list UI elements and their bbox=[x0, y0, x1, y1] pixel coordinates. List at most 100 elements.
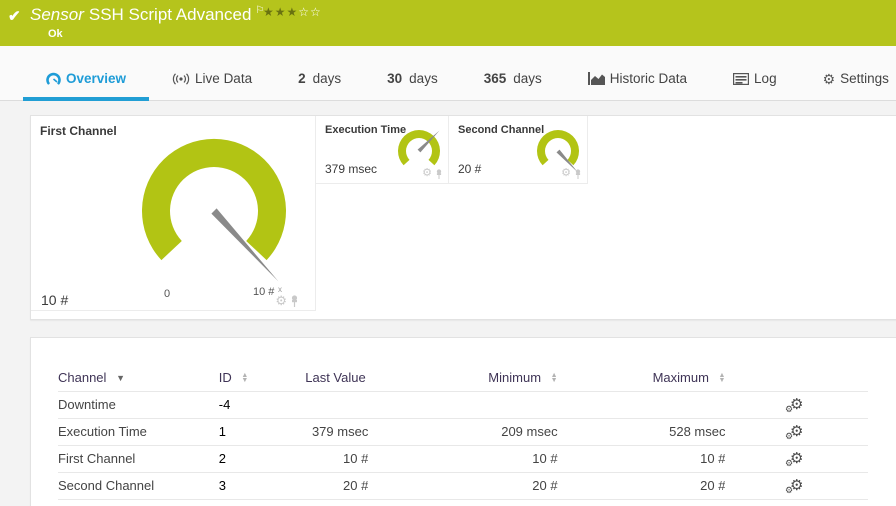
priority-stars-filled: ★★★ bbox=[263, 5, 299, 19]
tab-30-days[interactable]: 30 days bbox=[364, 71, 461, 101]
tab-label: Settings bbox=[840, 71, 889, 86]
column-header-label: Last Value bbox=[305, 369, 366, 385]
sort-desc-icon: ▼ bbox=[116, 373, 125, 384]
live-data-icon bbox=[172, 72, 190, 85]
sort-icon: ▲ ▼ bbox=[718, 372, 726, 385]
tab-label: days bbox=[312, 71, 342, 86]
pin-icon[interactable] bbox=[435, 168, 443, 179]
channel-last-value: 10 # bbox=[305, 445, 369, 473]
channel-last-value: 379 msec bbox=[305, 418, 369, 446]
channel-id: 1 bbox=[218, 418, 306, 446]
channel-id: 3 bbox=[218, 472, 306, 500]
first-channel-gauge: x bbox=[142, 138, 286, 294]
gauge-value: 379 msec bbox=[325, 162, 378, 176]
column-header-minimum[interactable]: Minimum ▲ ▼ bbox=[368, 364, 558, 392]
channel-maximum: 10 # bbox=[557, 445, 726, 473]
channel-name: First Channel bbox=[58, 445, 219, 473]
tab-log[interactable]: Log bbox=[710, 71, 800, 101]
channel-settings-gears-icon[interactable]: ⚙ ⚙ bbox=[785, 478, 803, 495]
table-row-downtime[interactable]: Downtime -4 ⚙ ⚙ bbox=[58, 391, 868, 419]
column-header-id[interactable]: ID ▲ ▼ bbox=[218, 364, 306, 392]
channel-minimum: 209 msec bbox=[368, 418, 558, 446]
sensor-title-prefix: Sensor bbox=[30, 5, 84, 24]
column-header-label: Maximum bbox=[652, 369, 709, 385]
gauge-title: First Channel bbox=[40, 124, 117, 138]
gauge-actions: ⚙ bbox=[275, 294, 299, 307]
gauge-value: 20 # bbox=[458, 162, 482, 176]
tab-label: Overview bbox=[66, 71, 127, 86]
tab-historic-data[interactable]: Historic Data bbox=[565, 71, 710, 101]
historic-chart-icon bbox=[587, 72, 605, 85]
tab-number: 30 bbox=[387, 71, 403, 86]
column-header-label: ID bbox=[218, 369, 232, 385]
tab-label: days bbox=[513, 71, 542, 86]
sort-icon: ▲ ▼ bbox=[241, 372, 249, 385]
tab-settings[interactable]: ⚙ Settings bbox=[800, 71, 896, 101]
channel-minimum bbox=[368, 391, 558, 419]
priority-stars-empty: ☆☆ bbox=[298, 5, 322, 19]
channel-maximum: 528 msec bbox=[557, 418, 726, 446]
gauge-scale-min: 0 bbox=[164, 288, 171, 300]
channel-maximum: 20 # bbox=[557, 472, 726, 500]
table-row-execution-time[interactable]: Execution Time 1 379 msec 209 msec 528 m… bbox=[58, 418, 868, 446]
ok-check-icon: ✔ bbox=[8, 8, 21, 25]
pin-icon[interactable] bbox=[574, 168, 582, 179]
gauge-cell-execution-time[interactable]: Execution Time 379 msec ⚙ bbox=[316, 116, 449, 184]
channel-settings-gears-icon[interactable]: ⚙ ⚙ bbox=[785, 424, 803, 441]
gear-icon[interactable]: ⚙ bbox=[561, 168, 571, 179]
log-icon bbox=[733, 72, 750, 85]
tab-label: Historic Data bbox=[609, 71, 688, 86]
tab-number: 365 bbox=[483, 71, 507, 86]
gauge-scale-max: 10 # bbox=[253, 286, 275, 298]
gauges-panel: First Channel x 0 10 # 10 # ⚙ Execution … bbox=[30, 115, 896, 320]
tab-label: Live Data bbox=[195, 71, 253, 86]
tab-2-days[interactable]: 2 days bbox=[275, 71, 364, 101]
sensor-title: Sensor SSH Script Advanced ⚐ bbox=[30, 5, 264, 25]
gear-icon: ⚙ bbox=[822, 70, 836, 87]
channel-name: Downtime bbox=[58, 391, 219, 419]
channel-id: 2 bbox=[218, 445, 306, 473]
channel-name: Execution Time bbox=[58, 418, 219, 446]
channel-minimum: 10 # bbox=[368, 445, 558, 473]
column-header-actions bbox=[725, 364, 868, 392]
tab-bar: Overview Live Data 2 days 30 days 365 da… bbox=[0, 46, 896, 101]
channels-table: Channel ▼ ID ▲▼ Last Value ▲▼ Minimum ▲▼ bbox=[58, 364, 868, 500]
sensor-header: ✔ Sensor SSH Script Advanced ⚐ ★★★☆☆ Ok bbox=[0, 0, 896, 46]
tab-label: Log bbox=[754, 71, 777, 86]
channel-id: -4 bbox=[218, 391, 306, 419]
gauge-title: Second Channel bbox=[458, 124, 545, 136]
sort-icon: ▲ ▼ bbox=[550, 372, 558, 385]
column-header-channel[interactable]: Channel ▼ bbox=[58, 364, 219, 392]
gauge-title: Execution Time bbox=[325, 124, 407, 136]
channel-last-value bbox=[305, 391, 369, 419]
channel-settings-gears-icon[interactable]: ⚙ ⚙ bbox=[785, 451, 803, 468]
channel-name: Second Channel bbox=[58, 472, 219, 500]
tab-365-days[interactable]: 365 days bbox=[461, 71, 565, 101]
channel-maximum bbox=[557, 391, 726, 419]
gear-icon[interactable]: ⚙ bbox=[422, 168, 432, 179]
gauge-actions: ⚙ bbox=[422, 168, 443, 179]
table-header-row: Channel ▼ ID ▲▼ Last Value ▲▼ Minimum ▲▼ bbox=[58, 364, 868, 392]
sensor-title-name: SSH Script Advanced bbox=[88, 5, 252, 24]
priority-stars[interactable]: ★★★☆☆ bbox=[263, 5, 322, 19]
table-row-first-channel[interactable]: First Channel 2 10 # 10 # 10 # ⚙ ⚙ bbox=[58, 445, 868, 473]
column-header-label: Minimum bbox=[488, 369, 542, 385]
column-header-last-value[interactable]: Last Value ▲▼ bbox=[305, 364, 369, 392]
column-header-maximum[interactable]: Maximum ▲ ▼ bbox=[557, 364, 726, 392]
gear-icon[interactable]: ⚙ bbox=[275, 294, 287, 307]
gauge-icon bbox=[46, 72, 61, 84]
column-header-label: Channel bbox=[58, 369, 107, 385]
tab-live-data[interactable]: Live Data bbox=[149, 71, 275, 101]
channel-settings-gears-icon[interactable]: ⚙ ⚙ bbox=[785, 397, 803, 414]
table-row-second-channel[interactable]: Second Channel 3 20 # 20 # 20 # ⚙ ⚙ bbox=[58, 472, 868, 500]
channels-table-panel: Channel ▼ ID ▲▼ Last Value ▲▼ Minimum ▲▼ bbox=[30, 337, 896, 506]
tab-overview[interactable]: Overview bbox=[23, 71, 150, 101]
gauge-cell-first-channel[interactable]: First Channel x 0 10 # 10 # ⚙ bbox=[31, 116, 316, 311]
tab-label: days bbox=[409, 71, 438, 86]
overview-content: First Channel x 0 10 # 10 # ⚙ Execution … bbox=[0, 115, 896, 506]
sensor-status: Ok bbox=[48, 28, 63, 40]
gauge-cell-second-channel[interactable]: Second Channel 20 # ⚙ bbox=[449, 116, 588, 184]
pin-icon[interactable] bbox=[290, 294, 299, 307]
gauge-value: 10 # bbox=[41, 292, 69, 308]
gauge-actions: ⚙ bbox=[561, 168, 582, 179]
